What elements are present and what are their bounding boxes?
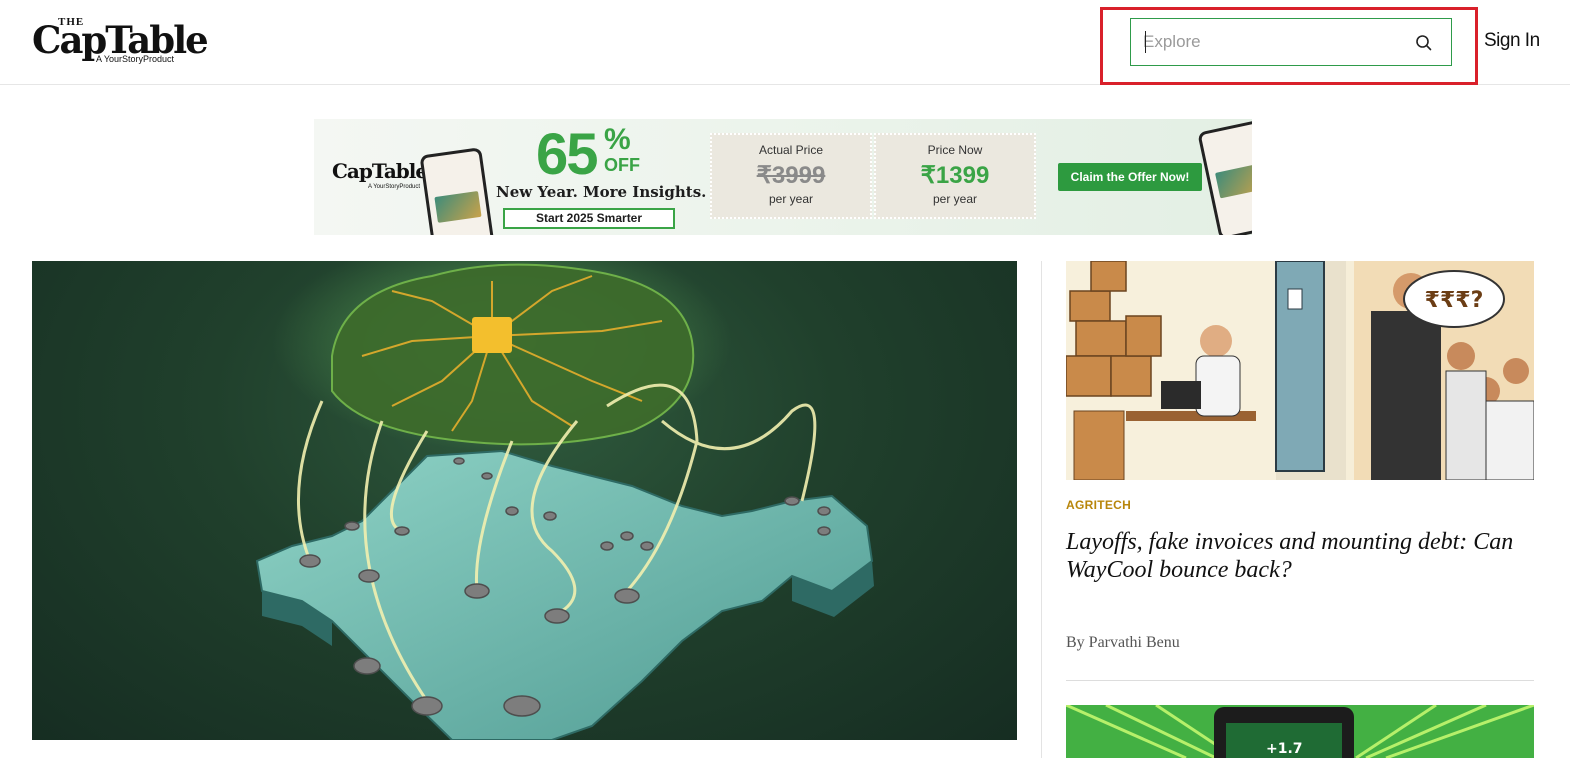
banner-logo-subtitle: A YourStoryProduct [368,184,421,190]
actual-price-value: ₹3999 [756,162,826,189]
discount-off: OFF [604,155,640,175]
price-now-period: per year [932,192,978,206]
price-now-value: ₹1399 [920,162,990,189]
search-input[interactable] [1143,29,1403,55]
search-box[interactable] [1130,18,1452,66]
site-header: THE CapTable A YourStoryProduct Sign In [0,0,1570,85]
banner-tagline: New Year. More Insights. [496,183,707,201]
search-icon[interactable] [1414,33,1434,53]
article-thumbnail-waycool[interactable]: ₹₹₹? [1066,261,1534,480]
sign-in-link[interactable]: Sign In [1484,30,1540,52]
article-thumbnail-next[interactable]: +1.7 [1066,705,1534,758]
article-byline[interactable]: By Parvathi Benu [1066,634,1180,652]
article-category[interactable]: AGRITECH [1066,498,1131,512]
phone-mockup-left [419,147,495,235]
start-smarter-label: Start 2025 Smarter [503,208,675,229]
phone-screen-text: +1.7 [1266,741,1303,757]
banner-logo: CapTable [332,159,428,183]
green-burst-illustration: +1.7 [1066,705,1534,758]
text-caret [1145,31,1146,53]
discount-percent: 65 [536,122,598,187]
discount-percent-sign: % [604,123,631,156]
actual-price-label: Actual Price [758,143,824,157]
logo-subtitle: A YourStoryProduct [96,54,175,64]
site-logo[interactable]: THE CapTable A YourStoryProduct [32,16,209,66]
promo-banner[interactable]: CapTable A YourStoryProduct 65 % OFF New… [314,119,1252,235]
actual-price-card: Actual Price ₹3999 per year [710,133,872,219]
article-divider [1066,680,1534,681]
thought-bubble-text: ₹₹₹? [1425,288,1484,313]
price-now-card: Price Now ₹1399 per year [874,133,1036,219]
hero-article-image[interactable] [32,261,1017,740]
phone-mockup-right [1197,119,1252,235]
claim-offer-button[interactable]: Claim the Offer Now! [1058,163,1202,191]
column-divider [1041,261,1042,758]
article-headline[interactable]: Layoffs, fake invoices and mounting debt… [1066,528,1534,584]
ai-india-map-illustration [255,261,874,740]
actual-price-period: per year [768,192,814,206]
cartoon-office-illustration: ₹₹₹? [1066,261,1534,480]
price-now-label: Price Now [927,143,983,157]
